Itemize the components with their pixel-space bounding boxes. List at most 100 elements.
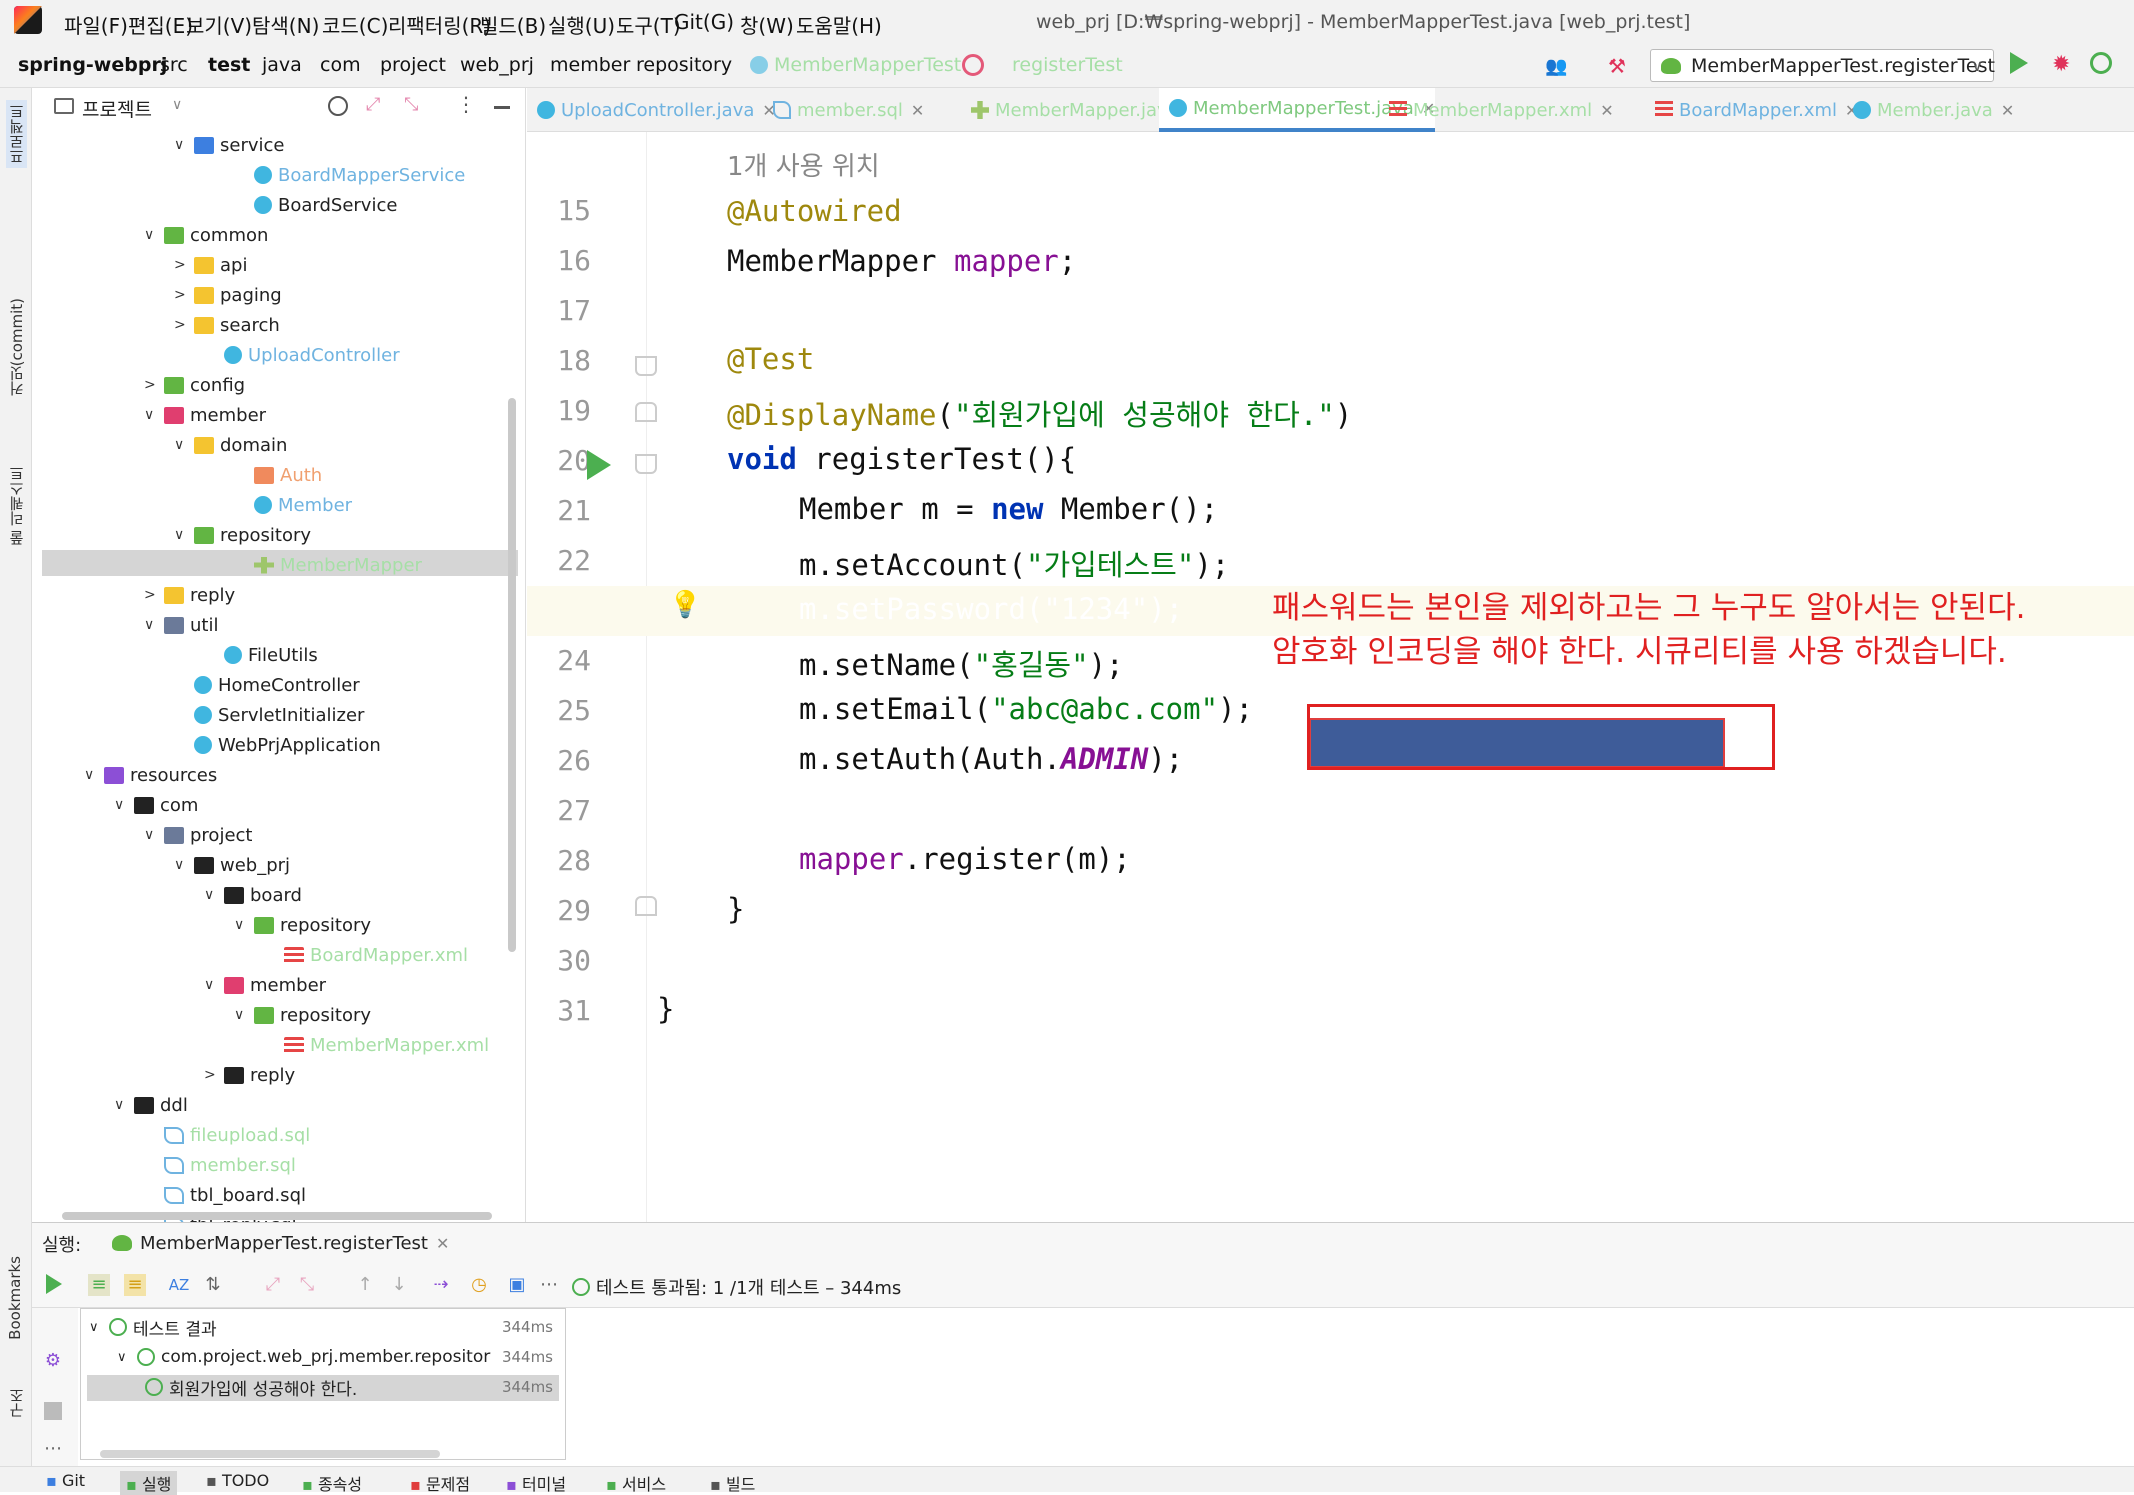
tree-item[interactable]: ∨ member xyxy=(204,970,326,1000)
more-icon[interactable]: ⋯ xyxy=(538,1274,560,1296)
intention-bulb-icon[interactable]: 💡 xyxy=(669,590,701,620)
close-icon[interactable]: ✕ xyxy=(911,101,924,120)
fold-marker-icon[interactable] xyxy=(635,896,657,916)
tree-item[interactable]: FileUtils xyxy=(204,640,318,670)
tree-item[interactable]: ∨ resources xyxy=(84,760,217,790)
menu-item[interactable]: 창(W) xyxy=(740,10,794,39)
tool-tab-pull-requests[interactable]: 풀 리퀘스트 xyxy=(6,466,27,546)
chevron-down-icon[interactable]: ∨ xyxy=(172,97,182,113)
chevron-down-icon[interactable]: ∨ xyxy=(144,227,164,243)
tree-item[interactable]: fileupload.sql xyxy=(144,1120,310,1150)
options-icon[interactable]: ⋮ xyxy=(456,92,476,116)
chevron-right-icon[interactable]: > xyxy=(144,377,164,393)
expand-all-icon[interactable]: ⤢ xyxy=(366,94,380,115)
tree-horizontal-scrollbar[interactable] xyxy=(62,1212,492,1220)
chevron-down-icon[interactable]: ∨ xyxy=(174,137,194,153)
tree-vertical-scrollbar[interactable] xyxy=(508,398,516,952)
chevron-right-icon[interactable]: > xyxy=(204,1067,224,1083)
run-icon[interactable] xyxy=(2010,52,2028,74)
tree-item[interactable]: tbl_board.sql xyxy=(144,1180,306,1210)
tool-window-tab-7[interactable]: ▪ 빌드 xyxy=(710,1471,755,1495)
chevron-down-icon[interactable]: ∨ xyxy=(204,887,224,903)
tree-item[interactable]: Member xyxy=(234,490,352,520)
breadcrumb-item[interactable]: com xyxy=(320,54,361,76)
chevron-down-icon[interactable]: ∨ xyxy=(174,857,194,873)
tree-item[interactable]: member.sql xyxy=(144,1150,296,1180)
tree-item[interactable]: ∨ domain xyxy=(174,430,287,460)
breadcrumb-item[interactable]: java xyxy=(262,54,302,76)
menu-item[interactable]: 빌드(B) xyxy=(480,10,546,39)
breadcrumb-item[interactable]: src xyxy=(160,54,188,76)
menu-item[interactable]: 도구(T) xyxy=(616,10,681,39)
stop-icon[interactable] xyxy=(44,1402,62,1420)
chevron-down-icon[interactable]: ∨ xyxy=(144,617,164,633)
chevron-down-icon[interactable]: ∨ xyxy=(234,1007,254,1023)
tree-item[interactable]: ∨ common xyxy=(144,220,268,250)
menu-item[interactable]: 편집(E) xyxy=(128,10,193,39)
tree-item[interactable]: ∨ util xyxy=(144,610,218,640)
breadcrumb-item[interactable]: spring-webprj xyxy=(18,54,167,76)
previous-icon[interactable]: ↑ xyxy=(354,1274,376,1296)
user-icon[interactable]: 👥 xyxy=(1545,56,1567,77)
show-passed-icon[interactable]: ≡ xyxy=(88,1274,110,1296)
import-tests-icon[interactable]: ⇢ xyxy=(430,1274,452,1296)
chevron-down-icon[interactable]: ∨ xyxy=(114,797,134,813)
editor-tab[interactable]: UploadController.java ✕ xyxy=(527,88,776,132)
tree-item[interactable]: ∨ repository xyxy=(234,910,371,940)
project-panel-title[interactable]: 프로젝트 xyxy=(82,95,152,122)
menu-item[interactable]: 탐색(N) xyxy=(252,10,319,39)
test-result-row[interactable]: ∨ com.project.web_prj.member.repository.M… xyxy=(117,1343,559,1371)
menu-item[interactable]: 도움말(H) xyxy=(796,10,882,39)
minimize-icon[interactable] xyxy=(494,106,510,109)
tree-item[interactable]: ∨ repository xyxy=(234,1000,371,1030)
sort-duration-icon[interactable]: ⇅ xyxy=(202,1274,224,1296)
tree-item[interactable]: ∨ board xyxy=(204,880,302,910)
chevron-down-icon[interactable]: ∨ xyxy=(174,527,194,543)
locate-icon[interactable] xyxy=(328,96,348,116)
usage-hint[interactable]: 1개 사용 위치 xyxy=(727,146,880,183)
tree-item[interactable]: ∨ web_prj xyxy=(174,850,290,880)
menu-item[interactable]: 실행(U) xyxy=(548,10,615,39)
tool-window-tab-1[interactable]: ▪ 실행 xyxy=(120,1471,178,1495)
tool-tab-commit[interactable]: 커밋(commit) xyxy=(6,298,27,396)
close-icon[interactable]: ✕ xyxy=(436,1234,449,1253)
run-tree-scrollbar[interactable] xyxy=(100,1450,440,1458)
tool-tab-bookmarks[interactable]: Bookmarks xyxy=(6,1256,24,1340)
tree-item[interactable]: Auth xyxy=(234,460,322,490)
tree-item[interactable]: ∨ ddl xyxy=(114,1090,188,1120)
run-test-gutter-icon[interactable] xyxy=(587,450,611,480)
export-icon[interactable]: ▣ xyxy=(506,1274,528,1296)
tree-item[interactable]: ∨ com xyxy=(114,790,198,820)
tree-item[interactable]: BoardMapper.xml xyxy=(264,940,468,970)
tree-item[interactable]: UploadController xyxy=(204,340,400,370)
tree-item[interactable]: > search xyxy=(174,310,280,340)
code-editor[interactable]: 1516171819202122232425262728293031 💡 1개 … xyxy=(527,132,2134,1222)
tree-item[interactable]: ∨ project xyxy=(144,820,252,850)
next-icon[interactable]: ↓ xyxy=(388,1274,410,1296)
rerun-icon[interactable] xyxy=(46,1274,62,1294)
tree-item[interactable]: BoardService xyxy=(234,190,397,220)
tool-tab-structure[interactable]: 구조 xyxy=(6,1388,27,1418)
tree-item[interactable]: WebPrjApplication xyxy=(174,730,381,760)
coverage-icon[interactable] xyxy=(2090,52,2112,74)
test-result-row[interactable]: 회원가입에 성공해야 한다. 344ms xyxy=(145,1373,559,1401)
tree-item[interactable]: ∨ member xyxy=(144,400,266,430)
chevron-right-icon[interactable]: > xyxy=(174,287,194,303)
tree-item[interactable]: > paging xyxy=(174,280,282,310)
tree-item[interactable]: > api xyxy=(174,250,247,280)
run-tab[interactable]: MemberMapperTest.registerTest ✕ xyxy=(112,1227,449,1259)
tree-item[interactable]: MemberMapper xyxy=(234,550,422,580)
tree-item[interactable]: ∨ repository xyxy=(174,520,311,550)
test-result-row[interactable]: ∨ 테스트 결과 344ms xyxy=(89,1313,559,1341)
chevron-right-icon[interactable]: > xyxy=(174,257,194,273)
chevron-down-icon[interactable]: ∨ xyxy=(89,1320,109,1335)
editor-tab[interactable]: member.sql ✕ xyxy=(763,88,924,132)
chevron-down-icon[interactable]: ∨ xyxy=(234,917,254,933)
tool-window-tab-3[interactable]: ▪ 종속성 xyxy=(302,1471,362,1495)
editor-tab[interactable]: MemberMapper.xml ✕ xyxy=(1379,88,1614,132)
show-ignored-icon[interactable]: ≡ xyxy=(124,1274,146,1296)
fold-marker-icon[interactable] xyxy=(635,454,657,474)
menu-item[interactable]: 코드(C) xyxy=(322,10,388,39)
fold-marker-icon[interactable] xyxy=(635,402,657,422)
history-icon[interactable]: ◷ xyxy=(468,1274,490,1296)
